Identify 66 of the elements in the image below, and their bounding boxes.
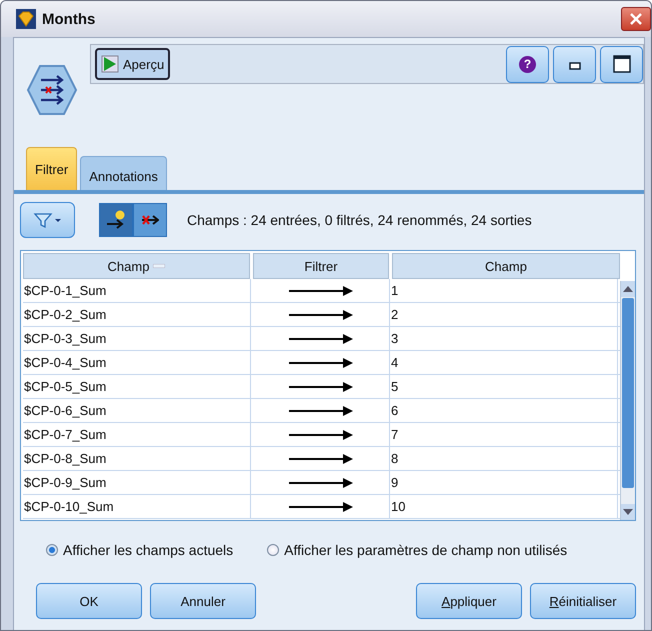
table-cell: $CP-0-1_Sum <box>23 279 251 302</box>
funnel-icon <box>32 211 62 229</box>
help-icon: ? <box>519 56 536 72</box>
table-cell: $CP-0-5_Sum <box>23 375 251 398</box>
sort-icon <box>153 264 166 268</box>
arrow-icon[interactable] <box>288 310 352 320</box>
table-cell: $CP-0-2_Sum <box>23 303 251 326</box>
maximize-button[interactable] <box>600 46 643 82</box>
minimize-button[interactable] <box>553 46 596 82</box>
filter-node-icon <box>24 62 80 118</box>
column-header[interactable]: Champ <box>392 253 620 279</box>
arrow-icon[interactable] <box>288 478 352 488</box>
table-cell: $CP-0-4_Sum <box>23 351 251 374</box>
arrow-icon[interactable] <box>288 454 352 464</box>
table-cell: $CP-0-10_Sum <box>23 495 251 518</box>
table-cell: $CP-0-6_Sum <box>23 399 251 422</box>
maximize-icon <box>612 54 632 74</box>
scroll-up-icon <box>623 286 633 292</box>
scroll-down-icon <box>623 509 633 515</box>
pass-fields-button[interactable] <box>99 203 133 237</box>
table-cell: 4 <box>390 351 618 374</box>
radio-button[interactable] <box>267 544 280 556</box>
filter-menu-button[interactable] <box>20 202 75 238</box>
arrow-icon[interactable] <box>288 382 352 392</box>
dialog-button[interactable]: Appliquer <box>416 583 522 619</box>
arrow-icon[interactable] <box>288 502 352 512</box>
table-cell: 5 <box>390 375 618 398</box>
tab[interactable]: Annotations <box>80 156 167 190</box>
arrow-icon[interactable] <box>288 334 352 344</box>
column-header[interactable]: Filtrer <box>253 253 389 279</box>
table-cell: 9 <box>390 471 618 494</box>
table-cell: 6 <box>390 399 618 422</box>
table-cell: 7 <box>390 423 618 446</box>
radio-button[interactable] <box>46 544 58 556</box>
dialog-button[interactable]: Réinitialiser <box>530 583 636 619</box>
diamond-icon <box>16 9 36 29</box>
radio-option[interactable]: Afficher les paramètres de champ non utilisés <box>267 539 568 561</box>
table-cell: 10 <box>390 495 618 518</box>
radio-option[interactable]: Afficher les champs actuels <box>46 539 234 561</box>
table-cell: $CP-0-8_Sum <box>23 447 251 470</box>
table-cell: 2 <box>390 303 618 326</box>
close-button[interactable] <box>621 7 651 31</box>
fields-summary: Champs : 24 entrées, 0 filtrés, 24 renommés, 24 sorties <box>187 212 532 228</box>
column-header[interactable]: Champ <box>23 253 250 279</box>
crossed-arrow-icon <box>141 215 159 225</box>
dialog-button[interactable]: Annuler <box>150 583 256 619</box>
table-cell: 1 <box>390 279 618 302</box>
play-icon <box>101 55 119 73</box>
close-icon <box>629 12 643 26</box>
arrow-icon[interactable] <box>288 406 352 416</box>
table-cell: $CP-0-9_Sum <box>23 471 251 494</box>
arrow-icon[interactable] <box>288 286 352 296</box>
tab[interactable]: Filtrer <box>26 147 78 190</box>
table-cell: 3 <box>390 327 618 350</box>
table-cell: 8 <box>390 447 618 470</box>
scrollbar[interactable] <box>620 281 635 520</box>
dialog-button[interactable]: OK <box>36 583 142 619</box>
table-cell: $CP-0-7_Sum <box>23 423 251 446</box>
preview-button[interactable]: Aperçu <box>95 48 170 80</box>
discard-fields-button[interactable] <box>133 203 167 237</box>
arrow-icon[interactable] <box>288 430 352 440</box>
arrow-icon <box>105 209 127 231</box>
table-cell: $CP-0-3_Sum <box>23 327 251 350</box>
help-button[interactable]: ? <box>506 46 549 82</box>
window-title: Months <box>42 10 96 28</box>
arrow-icon[interactable] <box>288 358 352 368</box>
